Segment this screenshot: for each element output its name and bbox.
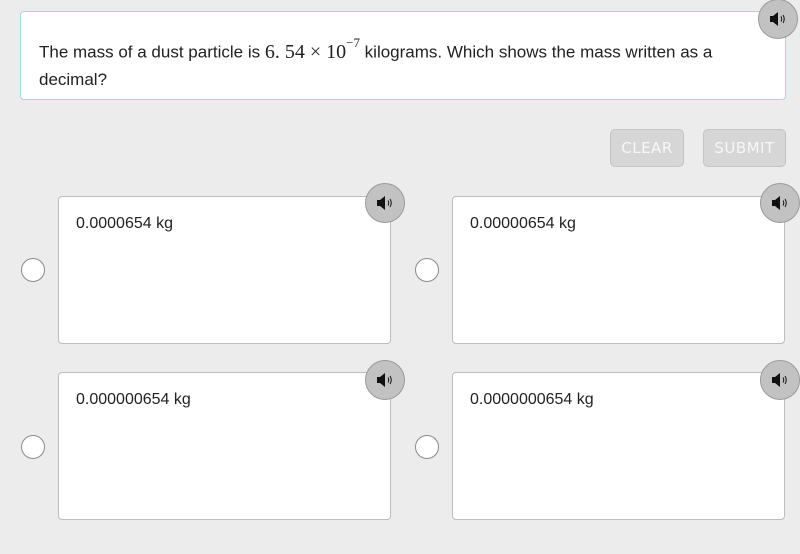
speaker-icon	[772, 196, 787, 210]
clear-button[interactable]: CLEAR	[610, 129, 684, 167]
choice-d-label: 0.0000000654 kg	[470, 391, 594, 408]
choice-a-label: 0.0000654 kg	[76, 215, 173, 232]
choice-c-card[interactable]: 0.000000654 kg	[58, 372, 391, 520]
quiz-page: The mass of a dust particle is 6. 54 × 1…	[0, 0, 800, 554]
choice-a-radio[interactable]	[21, 258, 45, 282]
choice-d-card[interactable]: 0.0000000654 kg	[452, 372, 785, 520]
choice-b-radio[interactable]	[415, 258, 439, 282]
choice-b-card[interactable]: 0.00000654 kg	[452, 196, 785, 344]
choice-c-audio-button[interactable]	[365, 360, 405, 400]
choice-b-label: 0.00000654 kg	[470, 215, 576, 232]
speaker-icon	[377, 196, 392, 210]
choice-b-audio-button[interactable]	[760, 183, 800, 223]
choice-a-audio-button[interactable]	[365, 183, 405, 223]
speaker-icon	[770, 12, 785, 26]
choice-c-label: 0.000000654 kg	[76, 391, 191, 408]
choice-a-card[interactable]: 0.0000654 kg	[58, 196, 391, 344]
choice-c-radio[interactable]	[21, 435, 45, 459]
choice-d-radio[interactable]	[415, 435, 439, 459]
speaker-icon	[772, 373, 787, 387]
question-prompt: The mass of a dust particle is 6. 54 × 1…	[20, 11, 786, 100]
scientific-notation: 6. 54 × 10−7	[264, 35, 360, 63]
submit-button[interactable]: SUBMIT	[703, 129, 786, 167]
choice-d-audio-button[interactable]	[760, 360, 800, 400]
math-base: 6. 54 × 10	[264, 40, 347, 63]
question-audio-button[interactable]	[758, 0, 798, 39]
math-exponent: −7	[346, 35, 360, 50]
speaker-icon	[377, 373, 392, 387]
question-text-before: The mass of a dust particle is	[39, 42, 265, 62]
